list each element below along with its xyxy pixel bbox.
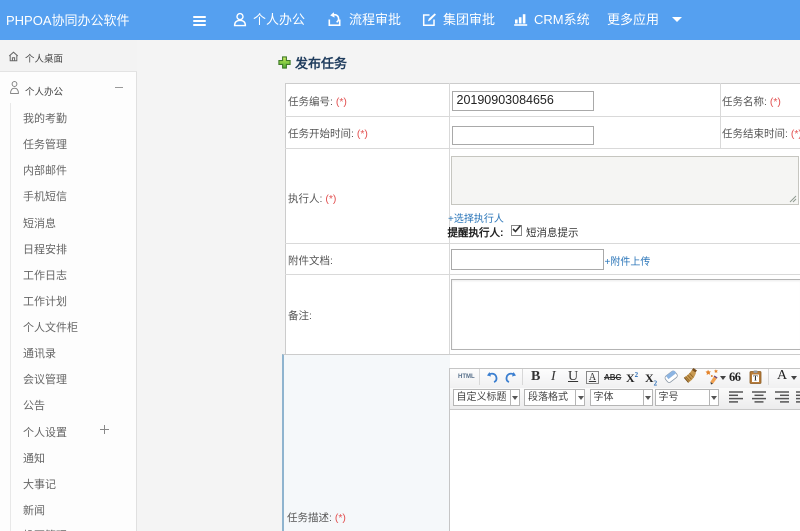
svg-text:T: T [753,375,758,383]
